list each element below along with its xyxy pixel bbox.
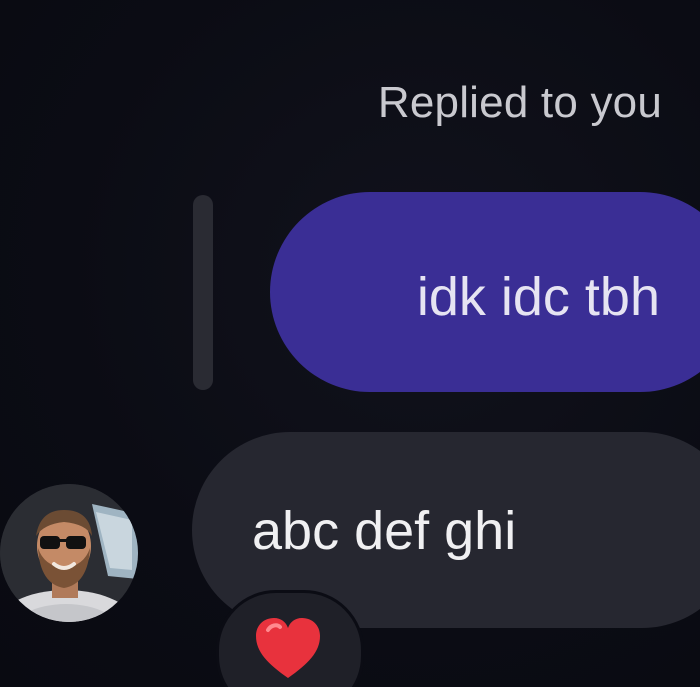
heart-icon xyxy=(256,618,320,678)
message-text: abc def ghi xyxy=(252,501,517,561)
quoted-message-text: idk idc tbh xyxy=(416,267,660,327)
avatar[interactable] xyxy=(0,484,138,622)
reply-indicator-bar xyxy=(193,195,213,390)
avatar-photo-icon xyxy=(0,484,138,622)
replied-to-you-label: Replied to you xyxy=(377,78,662,127)
chat-thread: Replied to you idk idc tbh abc def ghi xyxy=(0,0,700,687)
